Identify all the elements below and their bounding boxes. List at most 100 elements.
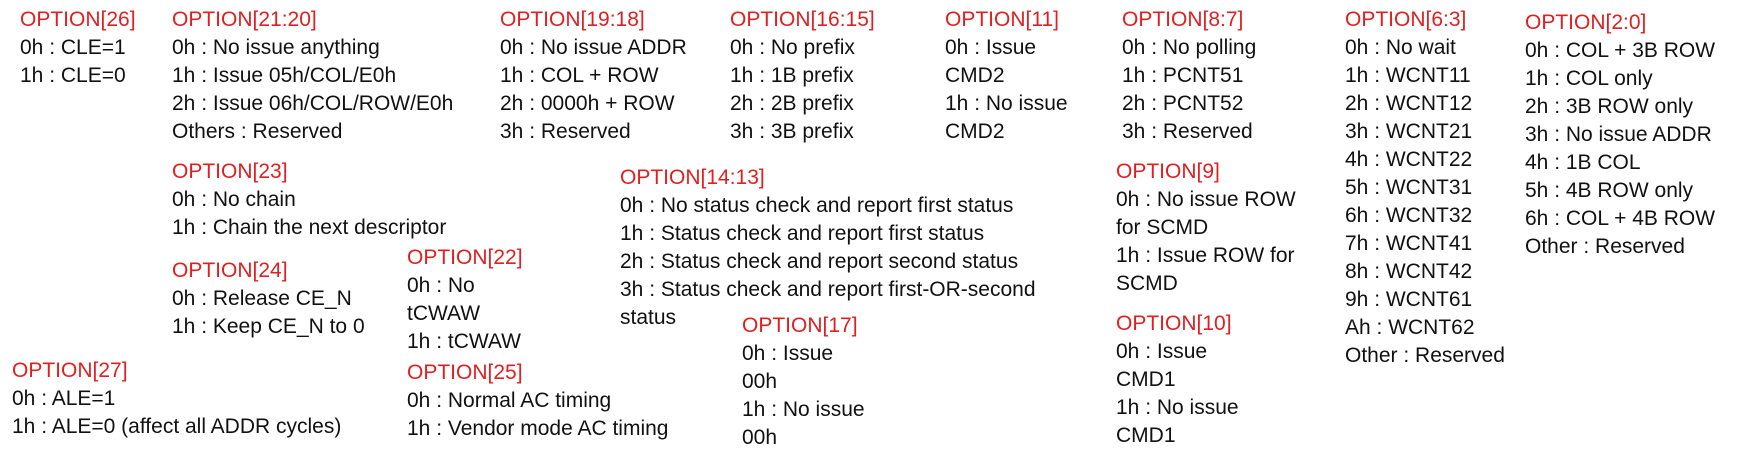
option-25-block: OPTION[25] 0h : Normal AC timing 1h : Ve… bbox=[407, 359, 669, 443]
option-21-20-line: Others : Reserved bbox=[172, 120, 343, 143]
option-27-line: 0h : ALE=1 bbox=[12, 387, 116, 410]
option-19-18-line: 1h : COL + ROW bbox=[500, 64, 659, 87]
option-10-block: OPTION[10] 0h : Issue CMD1 1h : No issue… bbox=[1116, 310, 1239, 450]
option-6-3-line: 0h : No wait bbox=[1345, 36, 1456, 59]
option-9-block: OPTION[9] 0h : No issue ROW for SCMD 1h … bbox=[1116, 158, 1296, 298]
option-21-20-line: 0h : No issue anything bbox=[172, 36, 380, 59]
option-26-block: OPTION[26] 0h : CLE=1 1h : CLE=0 bbox=[20, 6, 136, 90]
option-25-line: 0h : Normal AC timing bbox=[407, 389, 612, 412]
option-8-7-title: OPTION[8:7] bbox=[1122, 8, 1244, 31]
option-2-0-line: 2h : 3B ROW only bbox=[1525, 95, 1694, 118]
option-8-7-line: 0h : No polling bbox=[1122, 36, 1257, 59]
option-9-line: for SCMD bbox=[1116, 216, 1209, 239]
option-17-line: 1h : No issue bbox=[742, 398, 865, 421]
option-11-line: CMD2 bbox=[945, 64, 1005, 87]
option-9-line: 1h : Issue ROW for bbox=[1116, 244, 1295, 267]
option-6-3-block: OPTION[6:3] 0h : No wait 1h : WCNT11 2h … bbox=[1345, 6, 1505, 370]
option-22-line: tCWAW bbox=[407, 302, 481, 325]
option-6-3-line: Other : Reserved bbox=[1345, 344, 1505, 367]
option-17-line: 0h : Issue bbox=[742, 342, 834, 365]
option-8-7-line: 1h : PCNT51 bbox=[1122, 64, 1244, 87]
option-26-line: 0h : CLE=1 bbox=[20, 36, 126, 59]
option-6-3-line: 9h : WCNT61 bbox=[1345, 288, 1473, 311]
option-10-line: 0h : Issue bbox=[1116, 340, 1208, 363]
option-17-block: OPTION[17] 0h : Issue 00h 1h : No issue … bbox=[742, 312, 865, 452]
option-25-line: 1h : Vendor mode AC timing bbox=[407, 417, 669, 440]
option-6-3-line: 5h : WCNT31 bbox=[1345, 176, 1473, 199]
option-19-18-line: 3h : Reserved bbox=[500, 120, 631, 143]
option-9-title: OPTION[9] bbox=[1116, 160, 1220, 183]
option-2-0-line: Other : Reserved bbox=[1525, 235, 1685, 258]
option-2-0-line: 5h : 4B ROW only bbox=[1525, 179, 1694, 202]
option-2-0-line: 0h : COL + 3B ROW bbox=[1525, 39, 1716, 62]
option-11-line: 1h : No issue bbox=[945, 92, 1068, 115]
option-16-15-line: 3h : 3B prefix bbox=[730, 120, 854, 143]
option-24-line: 1h : Keep CE_N to 0 bbox=[172, 315, 365, 338]
option-9-line: SCMD bbox=[1116, 272, 1178, 295]
option-8-7-block: OPTION[8:7] 0h : No polling 1h : PCNT51 … bbox=[1122, 6, 1256, 146]
option-24-title: OPTION[24] bbox=[172, 259, 288, 282]
option-6-3-line: 3h : WCNT21 bbox=[1345, 120, 1473, 143]
option-9-line: 0h : No issue ROW bbox=[1116, 188, 1296, 211]
option-26-title: OPTION[26] bbox=[20, 8, 136, 31]
option-2-0-line: 1h : COL only bbox=[1525, 67, 1653, 90]
option-21-20-line: 2h : Issue 06h/COL/ROW/E0h bbox=[172, 92, 454, 115]
option-14-13-title: OPTION[14:13] bbox=[620, 166, 765, 189]
option-17-title: OPTION[17] bbox=[742, 314, 858, 337]
option-16-15-title: OPTION[16:15] bbox=[730, 8, 875, 31]
option-27-block: OPTION[27] 0h : ALE=1 1h : ALE=0 (affect… bbox=[12, 357, 341, 441]
option-6-3-line: Ah : WCNT62 bbox=[1345, 316, 1475, 339]
option-16-15-line: 2h : 2B prefix bbox=[730, 92, 854, 115]
option-22-line: 0h : No bbox=[407, 274, 475, 297]
option-6-3-line: 1h : WCNT11 bbox=[1345, 64, 1471, 87]
option-2-0-line: 3h : No issue ADDR bbox=[1525, 123, 1712, 146]
option-14-13-line: 3h : Status check and report first-OR-se… bbox=[620, 278, 1036, 301]
option-6-3-line: 4h : WCNT22 bbox=[1345, 148, 1473, 171]
option-2-0-line: 6h : COL + 4B ROW bbox=[1525, 207, 1716, 230]
option-2-0-line: 4h : 1B COL bbox=[1525, 151, 1641, 174]
option-23-block: OPTION[23] 0h : No chain 1h : Chain the … bbox=[172, 158, 446, 242]
option-10-line: CMD1 bbox=[1116, 424, 1176, 447]
option-6-3-line: 6h : WCNT32 bbox=[1345, 204, 1473, 227]
option-19-18-block: OPTION[19:18] 0h : No issue ADDR 1h : CO… bbox=[500, 6, 687, 146]
option-23-line: 1h : Chain the next descriptor bbox=[172, 216, 447, 239]
option-19-18-line: 2h : 0000h + ROW bbox=[500, 92, 675, 115]
option-16-15-block: OPTION[16:15] 0h : No prefix 1h : 1B pre… bbox=[730, 6, 875, 146]
option-22-line: 1h : tCWAW bbox=[407, 330, 521, 353]
option-17-line: 00h bbox=[742, 426, 778, 449]
option-21-20-block: OPTION[21:20] 0h : No issue anything 1h … bbox=[172, 6, 453, 146]
option-6-3-line: 8h : WCNT42 bbox=[1345, 260, 1473, 283]
option-10-line: 1h : No issue bbox=[1116, 396, 1239, 419]
option-22-block: OPTION[22] 0h : No tCWAW 1h : tCWAW bbox=[407, 244, 523, 356]
option-8-7-line: 3h : Reserved bbox=[1122, 120, 1253, 143]
option-10-line: CMD1 bbox=[1116, 368, 1176, 391]
option-2-0-title: OPTION[2:0] bbox=[1525, 11, 1647, 34]
option-27-title: OPTION[27] bbox=[12, 359, 128, 382]
option-17-line: 00h bbox=[742, 370, 778, 393]
option-8-7-line: 2h : PCNT52 bbox=[1122, 92, 1244, 115]
option-16-15-line: 1h : 1B prefix bbox=[730, 64, 854, 87]
option-23-line: 0h : No chain bbox=[172, 188, 296, 211]
option-19-18-line: 0h : No issue ADDR bbox=[500, 36, 687, 59]
option-11-line: 0h : Issue bbox=[945, 36, 1037, 59]
option-22-title: OPTION[22] bbox=[407, 246, 523, 269]
option-21-20-line: 1h : Issue 05h/COL/E0h bbox=[172, 64, 397, 87]
option-26-line: 1h : CLE=0 bbox=[20, 64, 126, 87]
option-21-20-title: OPTION[21:20] bbox=[172, 8, 317, 31]
option-14-13-line: 2h : Status check and report second stat… bbox=[620, 250, 1019, 273]
option-6-3-line: 7h : WCNT41 bbox=[1345, 232, 1473, 255]
option-10-title: OPTION[10] bbox=[1116, 312, 1232, 335]
option-6-3-line: 2h : WCNT12 bbox=[1345, 92, 1473, 115]
option-16-15-line: 0h : No prefix bbox=[730, 36, 855, 59]
option-27-line: 1h : ALE=0 (affect all ADDR cycles) bbox=[12, 415, 342, 438]
option-14-13-line: 1h : Status check and report first statu… bbox=[620, 222, 985, 245]
option-25-title: OPTION[25] bbox=[407, 361, 523, 384]
option-14-13-line: 0h : No status check and report first st… bbox=[620, 194, 1014, 217]
option-24-line: 0h : Release CE_N bbox=[172, 287, 352, 310]
option-11-title: OPTION[11] bbox=[945, 8, 1059, 31]
option-24-block: OPTION[24] 0h : Release CE_N 1h : Keep C… bbox=[172, 257, 365, 341]
option-23-title: OPTION[23] bbox=[172, 160, 288, 183]
option-6-3-title: OPTION[6:3] bbox=[1345, 8, 1467, 31]
option-2-0-block: OPTION[2:0] 0h : COL + 3B ROW 1h : COL o… bbox=[1525, 9, 1715, 261]
option-19-18-title: OPTION[19:18] bbox=[500, 8, 645, 31]
